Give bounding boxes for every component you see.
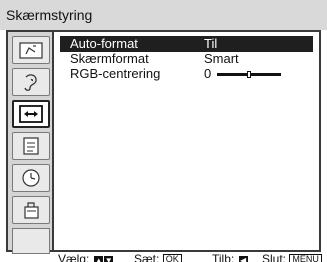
hint-exit-label: Slut: — [262, 252, 287, 262]
hint-exit: Slut: MENU — [262, 252, 322, 262]
menu-row-screen-format[interactable]: Skærmformat Smart — [60, 51, 313, 67]
features-icon — [23, 137, 39, 155]
menu-key-icon: MENU — [289, 254, 322, 262]
menu-row-label: Auto-format — [70, 36, 138, 51]
left-arrow-key-icon: ◀ — [238, 256, 248, 262]
sidebar-item-timer[interactable] — [12, 164, 50, 192]
hint-back-label: Tilb: — [212, 252, 235, 262]
hint-select: Vælg: ▲ ▼ — [58, 252, 113, 262]
up-arrow-key-icon: ▲ — [93, 256, 103, 262]
menu-row-rgb-centering[interactable]: RGB-centrering 0 — [60, 66, 313, 82]
down-arrow-key-icon: ▼ — [103, 256, 113, 262]
sidebar-item-sound[interactable] — [12, 68, 50, 96]
hint-set-label: Sæt: — [134, 252, 160, 262]
menu-row-value: Smart — [204, 51, 239, 66]
timer-icon — [22, 169, 40, 187]
menu-sidebar — [8, 32, 54, 254]
sidebar-item-screen-control[interactable] — [12, 100, 50, 128]
ok-key-icon: OK — [162, 254, 182, 262]
hint-back: Tilb: ◀ — [212, 252, 248, 262]
setup-icon — [24, 202, 39, 219]
menu-content: Auto-format Til Skærmformat Smart RGB-ce… — [56, 32, 319, 250]
menu-row-label: RGB-centrering — [70, 66, 161, 81]
menu-title-bar: Skærmstyring — [0, 0, 327, 30]
hint-select-label: Vælg: — [58, 252, 90, 262]
menu-row-value: 0 — [204, 66, 212, 81]
menu-title: Skærmstyring — [6, 7, 93, 23]
screen-control-icon — [19, 105, 43, 123]
sidebar-item-setup[interactable] — [12, 196, 50, 224]
sound-icon — [24, 74, 37, 91]
picture-icon — [19, 42, 43, 59]
menu-row-label: Skærmformat — [70, 51, 149, 66]
menu-row-value: Til — [204, 36, 218, 51]
menu-frame: Auto-format Til Skærmformat Smart RGB-ce… — [6, 30, 321, 254]
sidebar-item-features[interactable] — [12, 132, 50, 160]
sidebar-item-empty — [12, 228, 50, 254]
menu-row-auto-format[interactable]: Auto-format Til — [60, 36, 313, 52]
slider-knob[interactable] — [247, 71, 251, 78]
sidebar-item-picture[interactable] — [12, 36, 50, 64]
hint-set: Sæt: OK — [134, 252, 182, 262]
rgb-centering-slider[interactable] — [217, 71, 281, 78]
hint-bar: Vælg: ▲ ▼ Sæt: OK Tilb: ◀ Slut: MENU — [0, 252, 327, 262]
